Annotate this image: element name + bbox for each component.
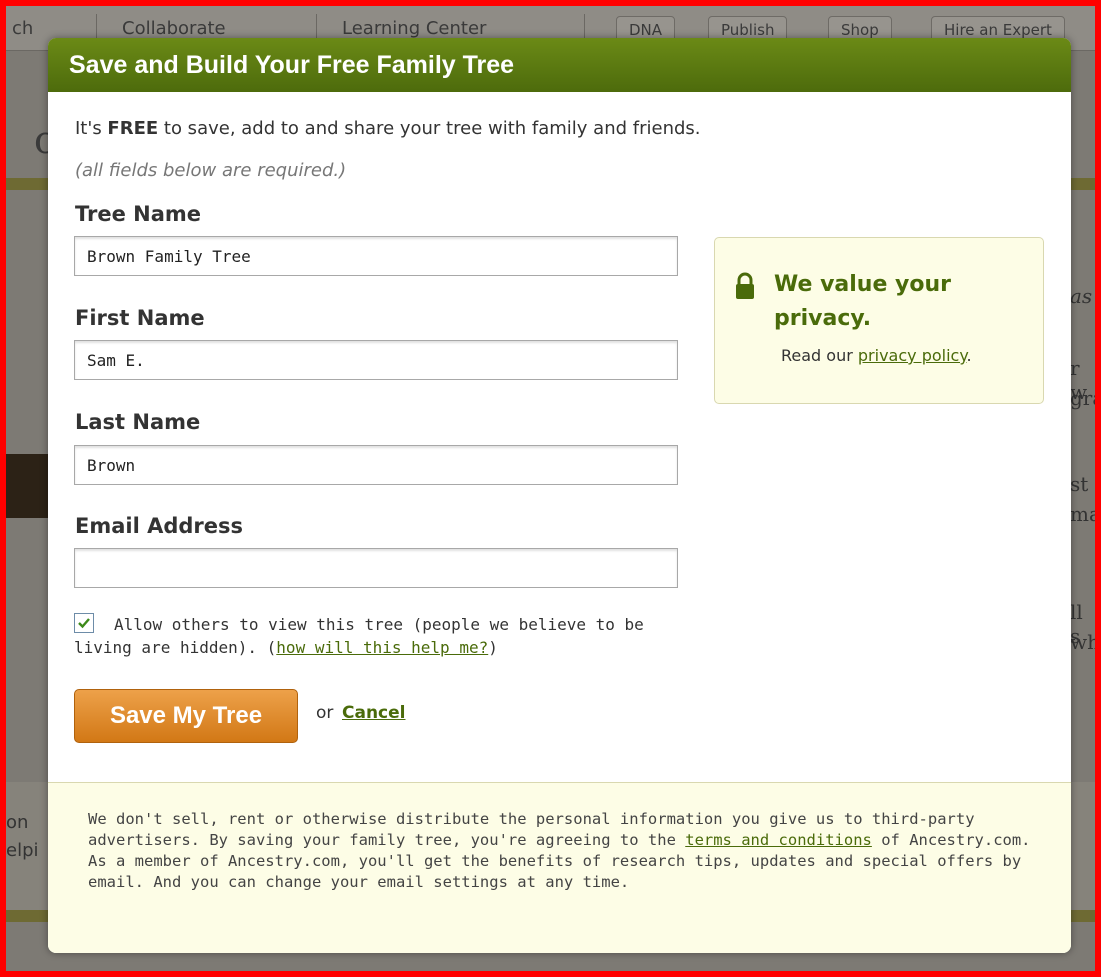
checkmark-icon: [78, 618, 90, 629]
bg-text: as: [1070, 284, 1093, 308]
how-will-this-help-link[interactable]: how will this help me?: [276, 638, 488, 657]
privacy-read-text: Read our privacy policy.: [781, 346, 972, 365]
privacy-read-prefix: Read our: [781, 346, 858, 365]
intro-text: It's FREE to save, add to and share your…: [75, 118, 701, 139]
intro-before: It's: [75, 118, 108, 139]
bg-nav-item: ch: [12, 18, 34, 39]
screenshot-frame: ch Collaborate Learning Center DNA Publi…: [6, 6, 1095, 971]
privacy-title: We value your privacy.: [774, 272, 951, 331]
privacy-policy-link[interactable]: privacy policy: [858, 346, 967, 365]
footer-disclaimer: We don't sell, rent or otherwise distrib…: [88, 809, 1038, 893]
allow-view-option: Allow others to view this tree (people w…: [74, 613, 694, 659]
intro-bold: FREE: [107, 118, 159, 139]
bg-text: st: [1070, 472, 1089, 496]
terms-link[interactable]: terms and conditions: [685, 831, 872, 849]
privacy-suffix: .: [966, 346, 972, 365]
required-note: (all fields below are required.): [75, 160, 347, 181]
cancel-link[interactable]: Cancel: [342, 703, 405, 723]
tree-name-label: Tree Name: [75, 202, 202, 226]
bg-text: gra: [1070, 386, 1095, 410]
first-name-input[interactable]: [74, 340, 678, 380]
email-label: Email Address: [75, 514, 244, 538]
bg-text: on: [6, 812, 29, 833]
bg-nav-item: Learning Center: [342, 18, 487, 39]
dialog-content: It's FREE to save, add to and share your…: [48, 92, 1071, 782]
first-name-label: First Name: [75, 306, 205, 330]
email-input[interactable]: [74, 548, 678, 588]
intro-after: to save, add to and share your tree with…: [158, 118, 701, 139]
bg-text: wh: [1070, 630, 1095, 654]
save-my-tree-button[interactable]: Save My Tree: [74, 689, 298, 743]
or-text: or: [316, 703, 334, 723]
bg-nav-item: Collaborate: [122, 18, 226, 39]
tree-name-input[interactable]: [74, 236, 678, 276]
save-tree-dialog: Save and Build Your Free Family Tree It'…: [48, 38, 1071, 953]
allow-close-paren: ): [488, 638, 498, 657]
bg-text: elpi: [6, 840, 39, 861]
bg-text: ma: [1070, 502, 1095, 526]
allow-view-checkbox[interactable]: [74, 613, 94, 633]
dialog-title: Save and Build Your Free Family Tree: [48, 38, 1071, 92]
last-name-input[interactable]: [74, 445, 678, 485]
last-name-label: Last Name: [75, 410, 201, 434]
privacy-box: We value your privacy. Read our privacy …: [714, 237, 1044, 404]
dialog-footer: We don't sell, rent or otherwise distrib…: [48, 782, 1071, 953]
lock-icon: [736, 272, 754, 299]
